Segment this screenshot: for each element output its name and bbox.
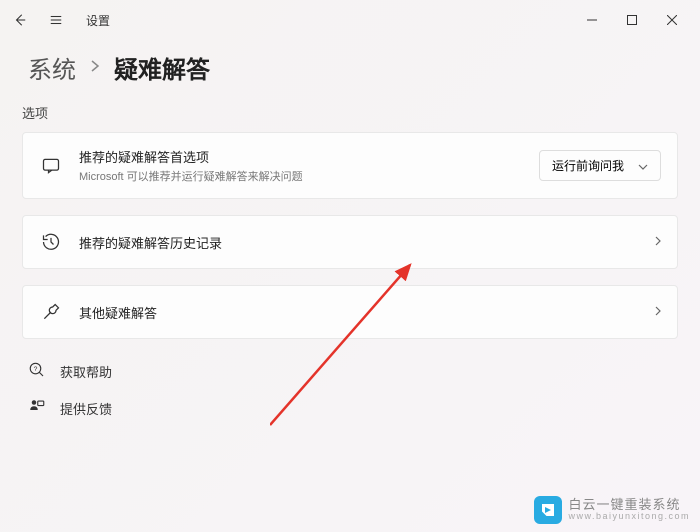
card-subtitle: Microsoft 可以推荐并运行疑难解答来解决问题	[79, 168, 523, 184]
breadcrumb-current: 疑难解答	[114, 50, 210, 85]
chevron-right-icon	[90, 57, 100, 78]
wrench-icon	[39, 300, 63, 324]
close-button[interactable]	[652, 4, 692, 36]
card-title: 推荐的疑难解答首选项	[79, 147, 523, 166]
get-help-link[interactable]: ? 获取帮助	[28, 361, 672, 382]
maximize-button[interactable]	[612, 4, 652, 36]
menu-button[interactable]	[44, 8, 68, 32]
breadcrumb: 系统 疑难解答	[0, 40, 700, 103]
feedback-link-label: 提供反馈	[60, 399, 112, 418]
watermark: 白云一键重装系统 www.baiyunxitong.com	[534, 496, 690, 524]
app-title: 设置	[86, 12, 110, 29]
back-button[interactable]	[8, 8, 32, 32]
card-recommended-preferences[interactable]: 推荐的疑难解答首选项 Microsoft 可以推荐并运行疑难解答来解决问题 运行…	[22, 132, 678, 199]
minimize-button[interactable]	[572, 4, 612, 36]
history-icon	[39, 230, 63, 254]
card-other-troubleshooters[interactable]: 其他疑难解答	[22, 285, 678, 339]
chevron-right-icon	[655, 303, 661, 321]
card-history[interactable]: 推荐的疑难解答历史记录	[22, 215, 678, 269]
feedback-icon	[28, 398, 46, 419]
card-title: 其他疑难解答	[79, 303, 639, 322]
chevron-down-icon	[638, 159, 648, 173]
card-title: 推荐的疑难解答历史记录	[79, 233, 639, 252]
help-icon: ?	[28, 361, 46, 382]
svg-text:?: ?	[34, 366, 38, 373]
watermark-url: www.baiyunxitong.com	[568, 512, 690, 522]
breadcrumb-parent[interactable]: 系统	[28, 50, 76, 85]
chevron-right-icon	[655, 233, 661, 251]
dropdown-label: 运行前询问我	[552, 157, 624, 174]
help-link-label: 获取帮助	[60, 362, 112, 381]
preference-dropdown[interactable]: 运行前询问我	[539, 150, 661, 181]
section-label: 选项	[0, 103, 700, 132]
watermark-logo-icon	[534, 496, 562, 524]
watermark-title: 白云一键重装系统	[568, 498, 690, 512]
chat-icon	[39, 154, 63, 178]
feedback-link[interactable]: 提供反馈	[28, 398, 672, 419]
